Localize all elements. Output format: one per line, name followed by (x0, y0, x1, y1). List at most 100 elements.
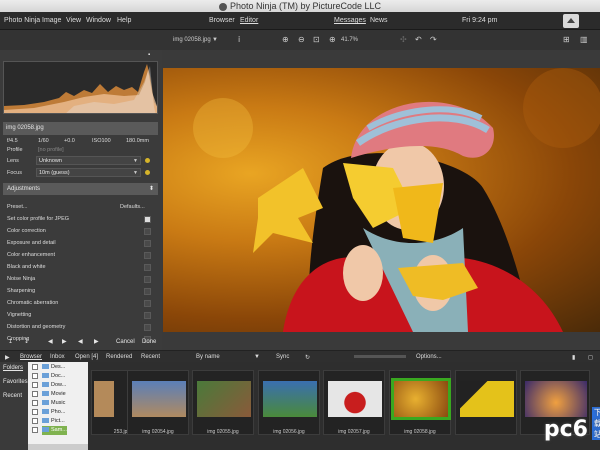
image-header (162, 50, 600, 68)
menu-help[interactable]: Help (117, 17, 131, 24)
sidebar-item-recent[interactable]: Recent (3, 393, 22, 399)
panel-menu-icon[interactable]: ▪ (148, 52, 150, 58)
adjustments-header[interactable]: Adjustments ⬍ (3, 183, 158, 195)
zoom-magnifier-icon[interactable]: ⊕ (329, 35, 336, 44)
next-image-icon[interactable]: ▶ (62, 338, 67, 345)
adj-black-white[interactable]: Black and white (7, 264, 46, 270)
tree-item[interactable]: Music (32, 399, 65, 408)
revert-icon[interactable]: ↥ (8, 338, 13, 345)
expand-icon[interactable]: ◻ (588, 354, 593, 361)
grid-view-icon[interactable]: ⊞ (563, 35, 570, 44)
adj-color-profile-checkbox[interactable] (144, 216, 151, 223)
lens-status-dot (145, 158, 150, 163)
done-button[interactable]: Done (142, 339, 156, 345)
sync-button[interactable]: Sync (276, 354, 289, 360)
apply-icon[interactable]: ↧ (24, 338, 29, 345)
tab-browser[interactable]: Browser (20, 354, 42, 360)
adj-sharpening-checkbox[interactable] (144, 288, 151, 295)
adj-noise-ninja[interactable]: Noise Ninja (7, 276, 35, 282)
tree-item[interactable]: Des... (32, 363, 65, 372)
tree-item[interactable]: Pict... (32, 417, 65, 426)
adj-vignetting-checkbox[interactable] (144, 312, 151, 319)
nav-browser[interactable]: Browser (209, 17, 235, 24)
tab-recent[interactable]: Recent (141, 354, 160, 360)
adj-color-enhancement-checkbox[interactable] (144, 252, 151, 259)
cancel-button[interactable]: Cancel (116, 339, 135, 345)
sort-dropdown[interactable]: By name (196, 354, 220, 360)
sidebar-item-folders[interactable]: Folders (3, 365, 23, 371)
zoom-out-icon[interactable]: ⊖ (298, 35, 305, 44)
thumbnail[interactable] (455, 370, 517, 435)
adj-exposure-checkbox[interactable] (144, 240, 151, 247)
thumbnail-image (263, 381, 317, 417)
tab-rendered[interactable]: Rendered (106, 354, 132, 360)
collapse-button[interactable] (563, 14, 579, 28)
play-icon[interactable]: ▶ (5, 354, 10, 361)
chevron-down-icon[interactable]: ▼ (254, 354, 260, 360)
refresh-icon[interactable]: ↻ (305, 354, 310, 361)
adj-color-correction[interactable]: Color correction (7, 228, 46, 234)
fit-window-icon[interactable]: ⊡ (313, 35, 320, 44)
undo-icon[interactable]: ↶ (415, 35, 422, 44)
adj-noise-ninja-checkbox[interactable] (144, 276, 151, 283)
current-file-dropdown[interactable]: img 02058.jpg (173, 37, 211, 43)
adj-distortion-checkbox[interactable] (144, 324, 151, 331)
main-image-view[interactable] (163, 68, 600, 332)
defaults-button[interactable]: Defaults... (120, 204, 145, 210)
thumbnail[interactable]: img 02056.jpg (258, 370, 320, 435)
focus-dropdown[interactable]: 10m (guess) ▼ (36, 168, 141, 177)
next-icon[interactable]: ▶ (94, 338, 99, 345)
zoom-in-icon[interactable]: ⊕ (282, 35, 289, 44)
adj-vignetting[interactable]: Vignetting (7, 312, 31, 318)
sidebar-item-favorites[interactable]: Favorites (3, 379, 28, 385)
menu-photo-ninja[interactable]: Photo Ninja (4, 17, 40, 24)
adj-distortion[interactable]: Distortion and geometry (7, 324, 65, 330)
adj-black-white-checkbox[interactable] (144, 264, 151, 271)
thumbnail[interactable]: img 02055.jpg (192, 370, 254, 435)
adjustments-title: Adjustments (7, 186, 41, 192)
thumbnail-selected[interactable]: img 02058.jpg (389, 370, 451, 435)
tree-item[interactable]: Movie (32, 390, 66, 399)
thumb-size-slider[interactable] (354, 355, 406, 358)
chevron-down-icon[interactable]: ▼ (212, 37, 218, 43)
file-name-bar: img 02058.jpg (3, 122, 158, 135)
menu-bar: Photo Ninja Image View Window Help Brows… (0, 12, 600, 30)
thumbnail-caption: img 02056.jpg (273, 429, 305, 435)
nav-messages[interactable]: Messages (334, 17, 366, 24)
adj-chromatic-checkbox[interactable] (144, 300, 151, 307)
preset-button[interactable]: Preset... (7, 204, 27, 210)
adj-exposure[interactable]: Exposure and detail (7, 240, 56, 246)
split-view-icon[interactable]: ▥ (580, 35, 588, 44)
adj-color-profile[interactable]: Set color profile for JPEG (7, 216, 69, 222)
exif-aperture: f/4.5 (7, 138, 18, 144)
prev-icon[interactable]: ◀ (78, 338, 83, 345)
tree-scrollbar[interactable] (28, 444, 88, 450)
tree-item[interactable]: Pho... (32, 408, 65, 417)
adj-sharpening[interactable]: Sharpening (7, 288, 35, 294)
options-button[interactable]: Options... (416, 354, 442, 360)
redo-icon[interactable]: ↷ (430, 35, 437, 44)
tab-open[interactable]: Open [4] (75, 354, 98, 360)
lens-dropdown[interactable]: Unknown ▼ (36, 156, 141, 165)
adj-chromatic[interactable]: Chromatic aberration (7, 300, 58, 306)
menu-view[interactable]: View (66, 17, 81, 24)
menu-window[interactable]: Window (86, 17, 111, 24)
file-browser: Folders Favorites Recent Des... Doc... D… (0, 362, 600, 450)
thumbnail-image (94, 381, 114, 417)
nav-editor[interactable]: Editor (240, 17, 258, 24)
menu-image[interactable]: Image (42, 17, 61, 24)
pin-icon[interactable]: ▮ (572, 354, 575, 361)
tree-item[interactable]: Doc... (32, 372, 65, 381)
thumbnail[interactable]: img 02057.jpg (323, 370, 385, 435)
thumbnail-caption: img 02054.jpg (142, 429, 174, 435)
prev-image-icon[interactable]: ◀ (48, 338, 53, 345)
tab-inbox[interactable]: Inbox (50, 354, 65, 360)
info-icon[interactable]: ⅰ (238, 35, 240, 44)
tree-item[interactable]: Dow... (32, 381, 66, 390)
nav-news[interactable]: News (370, 17, 388, 24)
crop-icon[interactable]: ✣ (400, 35, 407, 44)
adj-color-enhancement[interactable]: Color enhancement (7, 252, 55, 258)
adj-color-correction-checkbox[interactable] (144, 228, 151, 235)
tree-item-selected[interactable]: Sam... (32, 426, 67, 435)
thumbnail[interactable]: img 02054.jpg (127, 370, 189, 435)
